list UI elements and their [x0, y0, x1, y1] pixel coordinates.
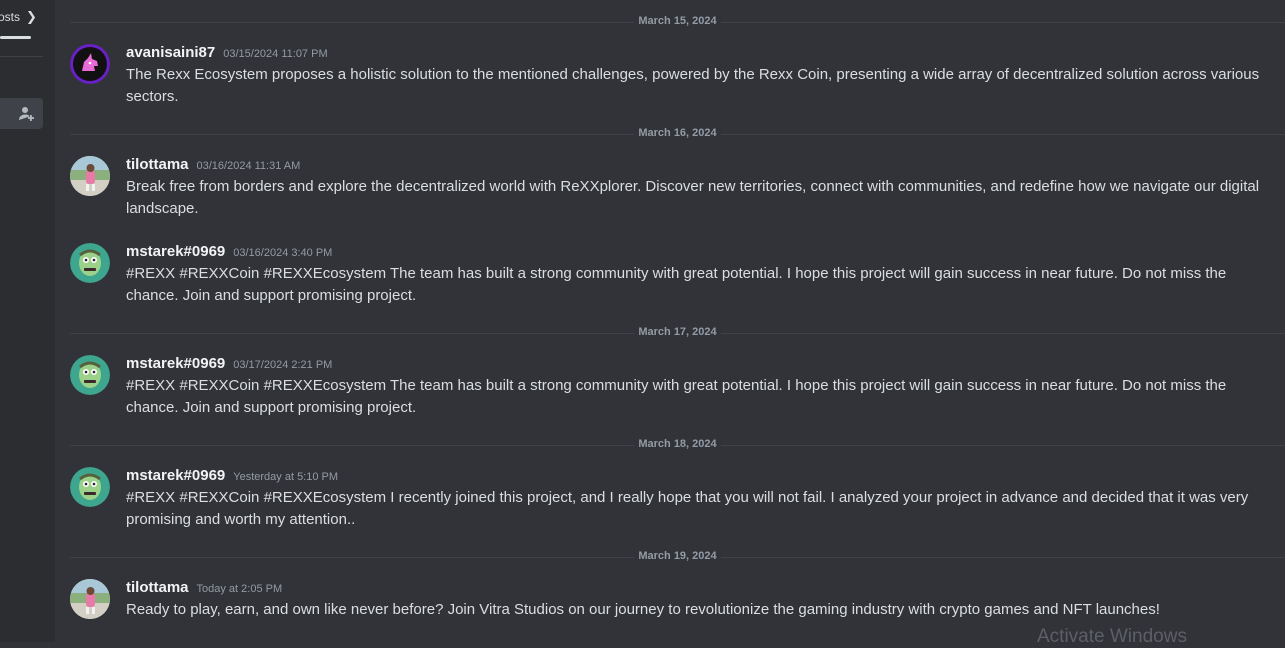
- username[interactable]: mstarek#0969: [126, 467, 225, 484]
- username[interactable]: tilottama: [126, 156, 189, 173]
- message-list: March 15, 2024 avanisaini87 03/15/2024 1…: [55, 0, 1285, 642]
- date-divider-label: March 18, 2024: [634, 438, 720, 450]
- date-divider: March 15, 2024: [70, 22, 1285, 23]
- message-content: mstarek#0969 Yesterday at 5:10 PM #REXX …: [126, 467, 1277, 531]
- message-text: Ready to play, earn, and own like never …: [126, 599, 1277, 621]
- date-divider-label: March 16, 2024: [634, 127, 720, 139]
- posts-link[interactable]: osts ❯: [0, 9, 37, 25]
- username[interactable]: tilottama: [126, 579, 189, 596]
- avatar[interactable]: [70, 243, 110, 283]
- message-text: #REXX #REXXCoin #REXXEcosystem I recentl…: [126, 487, 1277, 531]
- message-content: tilottama Today at 2:05 PM Ready to play…: [126, 579, 1277, 621]
- photo-avatar-icon: [70, 156, 110, 196]
- zombie-avatar-icon: [70, 355, 110, 395]
- chevron-right-icon: ❯: [26, 9, 37, 25]
- message-text: The Rexx Ecosystem proposes a holistic s…: [126, 64, 1277, 108]
- message-content: mstarek#0969 03/16/2024 3:40 PM #REXX #R…: [126, 243, 1277, 307]
- zombie-avatar-icon: [70, 467, 110, 507]
- sidebar-item-active[interactable]: [0, 98, 43, 129]
- date-divider: March 18, 2024: [70, 445, 1285, 446]
- sidebar-divider: [0, 56, 43, 57]
- username[interactable]: mstarek#0969: [126, 355, 225, 372]
- avatar[interactable]: [70, 355, 110, 395]
- timestamp: 03/16/2024 3:40 PM: [233, 247, 332, 259]
- date-divider-label: March 15, 2024: [634, 15, 720, 27]
- avatar[interactable]: [70, 156, 110, 196]
- timestamp: 03/15/2024 11:07 PM: [223, 48, 327, 60]
- channel-sidebar: osts ❯ t: [0, 0, 55, 642]
- username[interactable]: avanisaini87: [126, 44, 215, 61]
- message-text: Break free from borders and explore the …: [126, 176, 1277, 220]
- avatar[interactable]: [70, 44, 110, 84]
- activate-windows-watermark: Activate Windows: [1037, 626, 1187, 648]
- message-text: #REXX #REXXCoin #REXXEcosystem The team …: [126, 375, 1277, 419]
- zombie-avatar-icon: [70, 243, 110, 283]
- posts-label: osts: [0, 10, 20, 24]
- progress-bar: [0, 36, 31, 39]
- avatar[interactable]: [70, 467, 110, 507]
- date-divider: March 19, 2024: [70, 557, 1285, 558]
- date-divider-label: March 19, 2024: [634, 550, 720, 562]
- message-content: mstarek#0969 03/17/2024 2:21 PM #REXX #R…: [126, 355, 1277, 419]
- avatar[interactable]: [70, 579, 110, 619]
- message-content: tilottama 03/16/2024 11:31 AM Break free…: [126, 156, 1277, 220]
- date-divider: March 16, 2024: [70, 134, 1285, 135]
- date-divider-label: March 17, 2024: [634, 326, 720, 338]
- timestamp: Yesterday at 5:10 PM: [233, 471, 338, 483]
- message-text: #REXX #REXXCoin #REXXEcosystem The team …: [126, 263, 1277, 307]
- add-member-icon[interactable]: [18, 105, 36, 123]
- unicorn-avatar-icon: [70, 44, 110, 84]
- timestamp: 03/17/2024 2:21 PM: [233, 359, 332, 371]
- timestamp: 03/16/2024 11:31 AM: [197, 160, 301, 172]
- date-divider: March 17, 2024: [70, 333, 1285, 334]
- photo-avatar-icon: [70, 579, 110, 619]
- timestamp: Today at 2:05 PM: [197, 583, 283, 595]
- message-content: avanisaini87 03/15/2024 11:07 PM The Rex…: [126, 44, 1277, 108]
- username[interactable]: mstarek#0969: [126, 243, 225, 260]
